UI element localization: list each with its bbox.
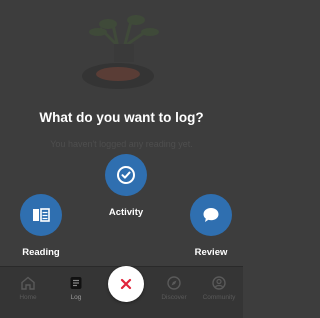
compass-icon [167, 276, 181, 290]
check-badge-icon [117, 166, 135, 184]
book-icon [33, 208, 50, 222]
nav-label-discover: Discover [161, 294, 187, 301]
speech-bubble-icon [203, 208, 219, 222]
nav-label-home: Home [19, 294, 37, 301]
reading-button[interactable] [20, 194, 62, 236]
activity-button[interactable] [105, 154, 147, 196]
home-icon [21, 276, 35, 290]
nav-item-log[interactable]: Log [52, 275, 100, 301]
dialog-title: What do you want to log? [39, 110, 204, 125]
reading-label: Reading [22, 247, 60, 258]
review-label: Review [194, 247, 228, 258]
nav-item-home[interactable]: Home [4, 275, 52, 301]
nav-item-discover[interactable]: Discover [150, 275, 198, 301]
activity-label: Activity [108, 207, 144, 218]
nav-item-community[interactable]: Community [195, 275, 243, 301]
log-overlay-screen: What do you want to log? You haven't log… [0, 0, 243, 318]
community-icon [212, 276, 226, 290]
empty-log-message: You haven't logged any reading yet. [50, 139, 193, 149]
close-icon [120, 278, 132, 290]
close-button[interactable] [108, 266, 144, 302]
log-icon [70, 277, 82, 289]
nav-label-log: Log [70, 294, 82, 301]
review-button[interactable] [190, 194, 232, 236]
nav-label-community: Community [202, 294, 236, 301]
empty-state-illustration [82, 15, 159, 89]
